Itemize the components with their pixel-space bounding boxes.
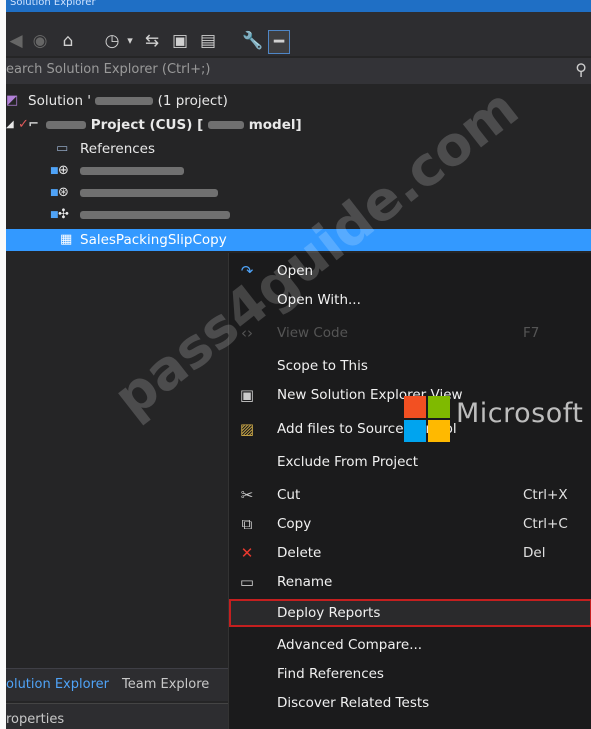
microsoft-logo-text: Microsoft — [456, 398, 584, 429]
menu-item-scope-to-this[interactable]: Scope to This — [229, 352, 591, 380]
globe-icon: ⊕ — [58, 163, 69, 178]
redacted-item-name — [80, 167, 184, 175]
search-bar[interactable]: earch Solution Explorer (Ctrl+;) ⚲ — [6, 58, 591, 84]
solution-explorer-window: Solution Explorer ◀ ◉ ⌂ ◷ ▾ ⇆ ▣ ▤ 🔧 ━ ea… — [6, 0, 591, 729]
sync-icon[interactable]: ⇆ — [142, 30, 162, 52]
service-icon: ⊛ — [58, 185, 69, 200]
menu-item-advanced-compare[interactable]: Advanced Compare... — [229, 631, 591, 659]
history-icon[interactable]: ◷ — [102, 30, 122, 52]
search-input[interactable]: earch Solution Explorer (Ctrl+;) — [6, 62, 210, 77]
menu-item-open-with[interactable]: Open With... — [229, 286, 591, 314]
collapse-all-icon[interactable]: ▣ — [170, 30, 190, 52]
class-icon: ✣ — [58, 207, 69, 222]
history-dropdown-icon[interactable]: ▾ — [120, 30, 140, 52]
menu-item-deploy-reports[interactable]: Deploy Reports — [229, 599, 591, 627]
scissors-icon: ✂ — [240, 486, 254, 504]
redacted-solution-name — [95, 97, 154, 105]
menu-item-copy[interactable]: ⧉ Copy Ctrl+C — [229, 510, 591, 538]
report-icon: ▦ — [60, 232, 73, 247]
tab-team-explorer[interactable]: Team Explore — [122, 677, 209, 692]
preview-icon[interactable]: ━ — [268, 30, 290, 54]
references-label: References — [80, 141, 156, 157]
tree-row-project[interactable]: ◢ ✓ ⌐ Project (CUS) [ model] — [6, 114, 591, 136]
copy-icon: ⧉ — [241, 515, 253, 533]
project-folder-icon: ⌐ — [28, 117, 39, 132]
open-icon: ↷ — [240, 262, 254, 280]
tree-row-item[interactable]: ■ ⊛ — [6, 182, 591, 204]
menu-item-delete[interactable]: ✕ Delete Del — [229, 539, 591, 567]
window-title: Solution Explorer — [10, 0, 96, 8]
project-label-suffix: model] — [248, 117, 302, 133]
source-control-icon: ▨ — [239, 420, 255, 438]
microsoft-logo-icon — [404, 396, 450, 442]
menu-item-open[interactable]: ↷ Open — [229, 257, 591, 285]
project-label-prefix: Project (CUS) [ — [90, 117, 204, 133]
delete-icon: ✕ — [240, 544, 254, 562]
redacted-item-name — [80, 211, 230, 219]
search-icon[interactable]: ⚲ — [575, 60, 587, 79]
bottom-tabs: olution Explorer Team Explore — [6, 668, 228, 701]
menu-item-discover-related-tests[interactable]: Discover Related Tests — [229, 689, 591, 717]
redacted-item-name — [80, 189, 218, 197]
properties-label[interactable]: roperties — [6, 712, 64, 727]
menu-item-find-references[interactable]: Find References — [229, 660, 591, 688]
properties-panel-header: roperties — [6, 703, 228, 729]
tree-row-solution[interactable]: ◩ Solution ' (1 project) — [6, 90, 591, 112]
selected-item-label: SalesPackingSlipCopy — [80, 232, 227, 248]
toolbar: ◀ ◉ ⌂ ◷ ▾ ⇆ ▣ ▤ 🔧 ━ — [6, 12, 591, 56]
references-icon: ▭ — [56, 141, 69, 156]
context-menu: ↷ Open Open With... ‹› View Code F7 Scop… — [228, 253, 591, 729]
tree-row-item[interactable]: ■ ⊕ — [6, 160, 591, 182]
home-icon[interactable]: ⌂ — [58, 30, 78, 52]
tree-row-references[interactable]: ▭ References — [6, 138, 591, 160]
tab-solution-explorer[interactable]: olution Explorer — [6, 677, 109, 692]
properties-icon[interactable]: 🔧 — [242, 30, 263, 52]
expand-arrow-icon[interactable]: ◢ — [6, 114, 14, 136]
menu-item-cut[interactable]: ✂ Cut Ctrl+X — [229, 481, 591, 509]
redacted-project-prefix — [46, 121, 86, 129]
forward-icon[interactable]: ◉ — [30, 30, 50, 52]
menu-item-exclude-from-project[interactable]: Exclude From Project — [229, 448, 591, 476]
solution-icon: ◩ — [6, 93, 19, 108]
show-all-files-icon[interactable]: ▤ — [198, 30, 218, 52]
title-bar: Solution Explorer — [6, 0, 591, 12]
menu-item-view-code: ‹› View Code F7 — [229, 319, 591, 347]
tree-row-item[interactable]: ■ ✣ — [6, 204, 591, 226]
redacted-model-name — [207, 121, 244, 129]
code-icon: ‹› — [241, 324, 253, 342]
solution-label-suffix: (1 project) — [157, 93, 228, 109]
menu-item-rename[interactable]: ▭ Rename — [229, 568, 591, 596]
new-view-icon: ▣ — [239, 386, 255, 404]
solution-label-prefix: Solution ' — [28, 93, 91, 109]
rename-icon: ▭ — [239, 573, 255, 591]
back-icon[interactable]: ◀ — [6, 30, 26, 52]
tree-row-selected-report[interactable]: ▦ SalesPackingSlipCopy — [6, 229, 591, 251]
